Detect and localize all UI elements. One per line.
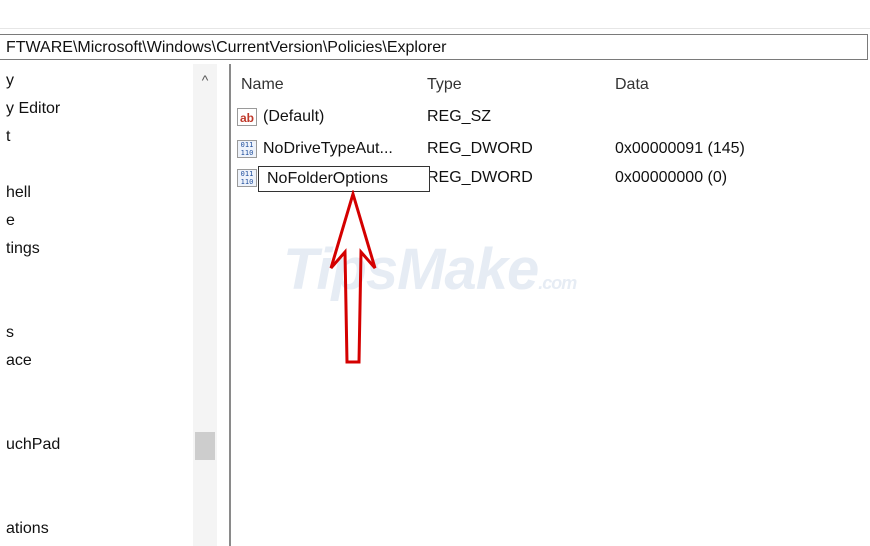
binary-icon-top: 011 xyxy=(240,170,254,178)
value-data: 0x00000000 (0) xyxy=(615,169,728,186)
value-name: NoDriveTypeAut... xyxy=(263,140,393,157)
tree-item[interactable]: y Editor xyxy=(6,100,60,118)
tree-item[interactable]: y xyxy=(6,72,14,90)
value-row[interactable]: ab (Default) REG_SZ xyxy=(231,106,851,130)
tree-item[interactable]: e xyxy=(6,212,15,230)
value-type: REG_DWORD xyxy=(427,140,533,157)
tree-item[interactable]: ations xyxy=(6,520,49,538)
registry-editor-window: FTWARE\Microsoft\Windows\CurrentVersion\… xyxy=(0,0,870,546)
tree-item[interactable]: ace xyxy=(6,352,32,370)
menu-area xyxy=(0,0,870,29)
value-data: 0x00000091 (145) xyxy=(615,140,745,157)
values-list: Name Type Data ab (Default) REG_SZ 011 1… xyxy=(231,64,870,546)
binary-value-icon: 011 110 xyxy=(237,140,257,158)
tree-item[interactable]: hell xyxy=(6,184,31,202)
value-type: REG_DWORD xyxy=(427,169,533,186)
binary-icon-bottom: 110 xyxy=(240,178,254,186)
binary-icon-bottom: 110 xyxy=(240,149,254,157)
value-row[interactable]: 011 110 NoDriveTypeAut... REG_DWORD 0x00… xyxy=(231,138,851,162)
tree-item[interactable]: s xyxy=(6,324,14,342)
string-value-icon: ab xyxy=(237,108,257,126)
scroll-up-icon[interactable]: ^ xyxy=(193,70,217,90)
rename-input[interactable]: NoFolderOptions xyxy=(258,166,430,192)
address-bar[interactable]: FTWARE\Microsoft\Windows\CurrentVersion\… xyxy=(0,34,868,60)
column-header-name[interactable]: Name xyxy=(241,76,284,94)
value-type: REG_SZ xyxy=(427,108,492,125)
tree-item[interactable]: t xyxy=(6,128,10,146)
tree-item[interactable]: tings xyxy=(6,240,40,258)
key-tree-pane: y y Editor t hell e tings s ace uchPad a… xyxy=(0,64,218,546)
tree-item[interactable]: uchPad xyxy=(6,436,60,454)
scroll-thumb[interactable] xyxy=(195,432,215,460)
column-header-data[interactable]: Data xyxy=(615,76,649,94)
tree-scrollbar[interactable]: ^ xyxy=(193,64,217,546)
value-name: (Default) xyxy=(263,108,325,125)
binary-value-icon: 011 110 xyxy=(237,169,257,187)
column-header-type[interactable]: Type xyxy=(427,76,462,94)
binary-icon-top: 011 xyxy=(240,141,254,149)
